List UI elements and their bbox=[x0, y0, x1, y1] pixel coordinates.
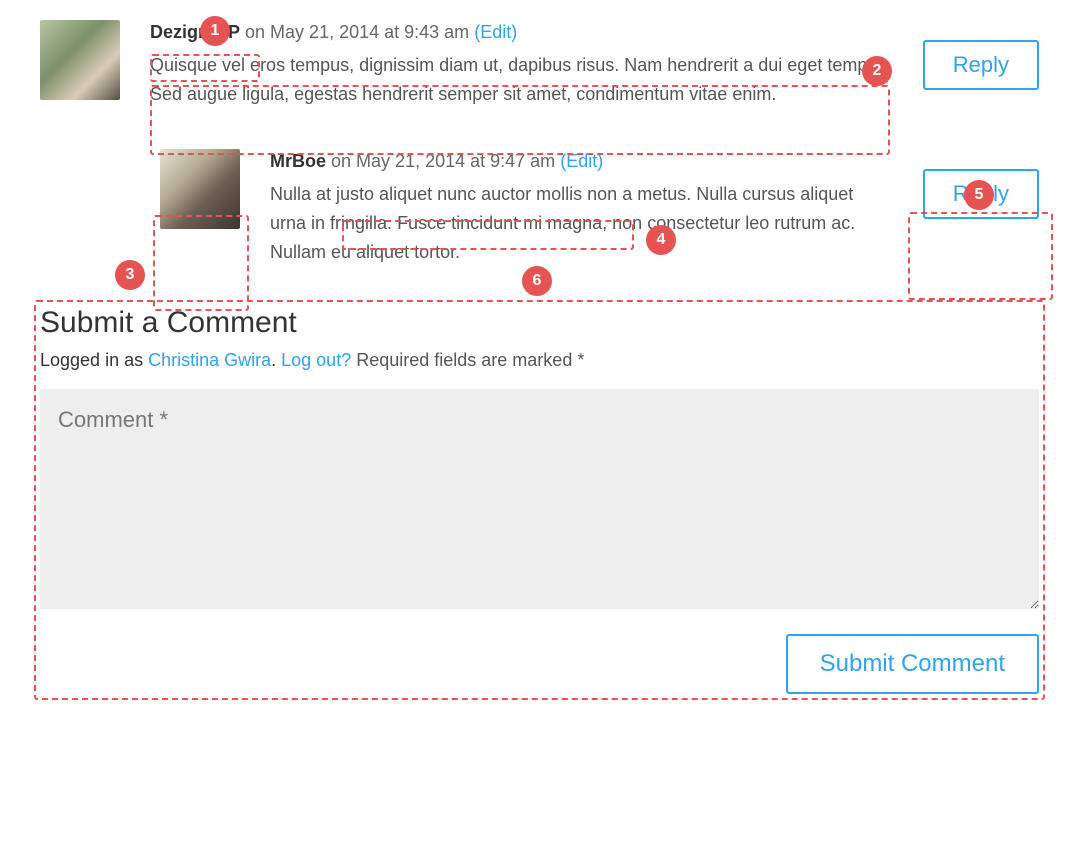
annotation-badge-6: 6 bbox=[522, 266, 552, 296]
comment-author: MrBoe bbox=[270, 151, 326, 171]
comment-timestamp: on May 21, 2014 at 9:43 am bbox=[245, 22, 469, 42]
edit-link[interactable]: (Edit) bbox=[560, 151, 603, 171]
required-fields-text: Required fields are marked * bbox=[351, 350, 584, 370]
comment-author: Dezign OP bbox=[150, 22, 240, 42]
login-status-line: Logged in as Christina Gwira. Log out? R… bbox=[40, 350, 1039, 371]
submit-comment-button[interactable]: Submit Comment bbox=[786, 634, 1039, 694]
separator: . bbox=[271, 350, 281, 370]
avatar bbox=[160, 149, 240, 229]
comment-meta: MrBoe on May 21, 2014 at 9:47 am (Edit) bbox=[270, 149, 889, 174]
comment-text: Quisque vel eros tempus, dignissim diam … bbox=[150, 51, 889, 109]
annotation-badge-3: 3 bbox=[115, 260, 145, 290]
comment-text: Nulla at justo aliquet nunc auctor molli… bbox=[270, 180, 889, 266]
avatar bbox=[40, 20, 120, 100]
comment-textarea[interactable] bbox=[40, 389, 1039, 609]
comment: Dezign OP on May 21, 2014 at 9:43 am (Ed… bbox=[40, 20, 1039, 109]
comments-section: Dezign OP on May 21, 2014 at 9:43 am (Ed… bbox=[40, 20, 1039, 266]
submit-row: Submit Comment bbox=[40, 634, 1039, 694]
logged-in-prefix: Logged in as bbox=[40, 350, 148, 370]
logout-link[interactable]: Log out? bbox=[281, 350, 351, 370]
comment-timestamp: on May 21, 2014 at 9:47 am bbox=[331, 151, 555, 171]
logged-in-user-link[interactable]: Christina Gwira bbox=[148, 350, 271, 370]
form-heading: Submit a Comment bbox=[40, 306, 1039, 340]
comment-body: Dezign OP on May 21, 2014 at 9:43 am (Ed… bbox=[150, 20, 1039, 109]
comment: MrBoe on May 21, 2014 at 9:47 am (Edit) … bbox=[160, 149, 1039, 267]
reply-button[interactable]: Reply bbox=[923, 40, 1039, 90]
edit-link[interactable]: (Edit) bbox=[474, 22, 517, 42]
comment-meta: Dezign OP on May 21, 2014 at 9:43 am (Ed… bbox=[150, 20, 889, 45]
comment-form: 6 Submit a Comment Logged in as Christin… bbox=[40, 306, 1039, 694]
reply-button[interactable]: Reply bbox=[923, 169, 1039, 219]
